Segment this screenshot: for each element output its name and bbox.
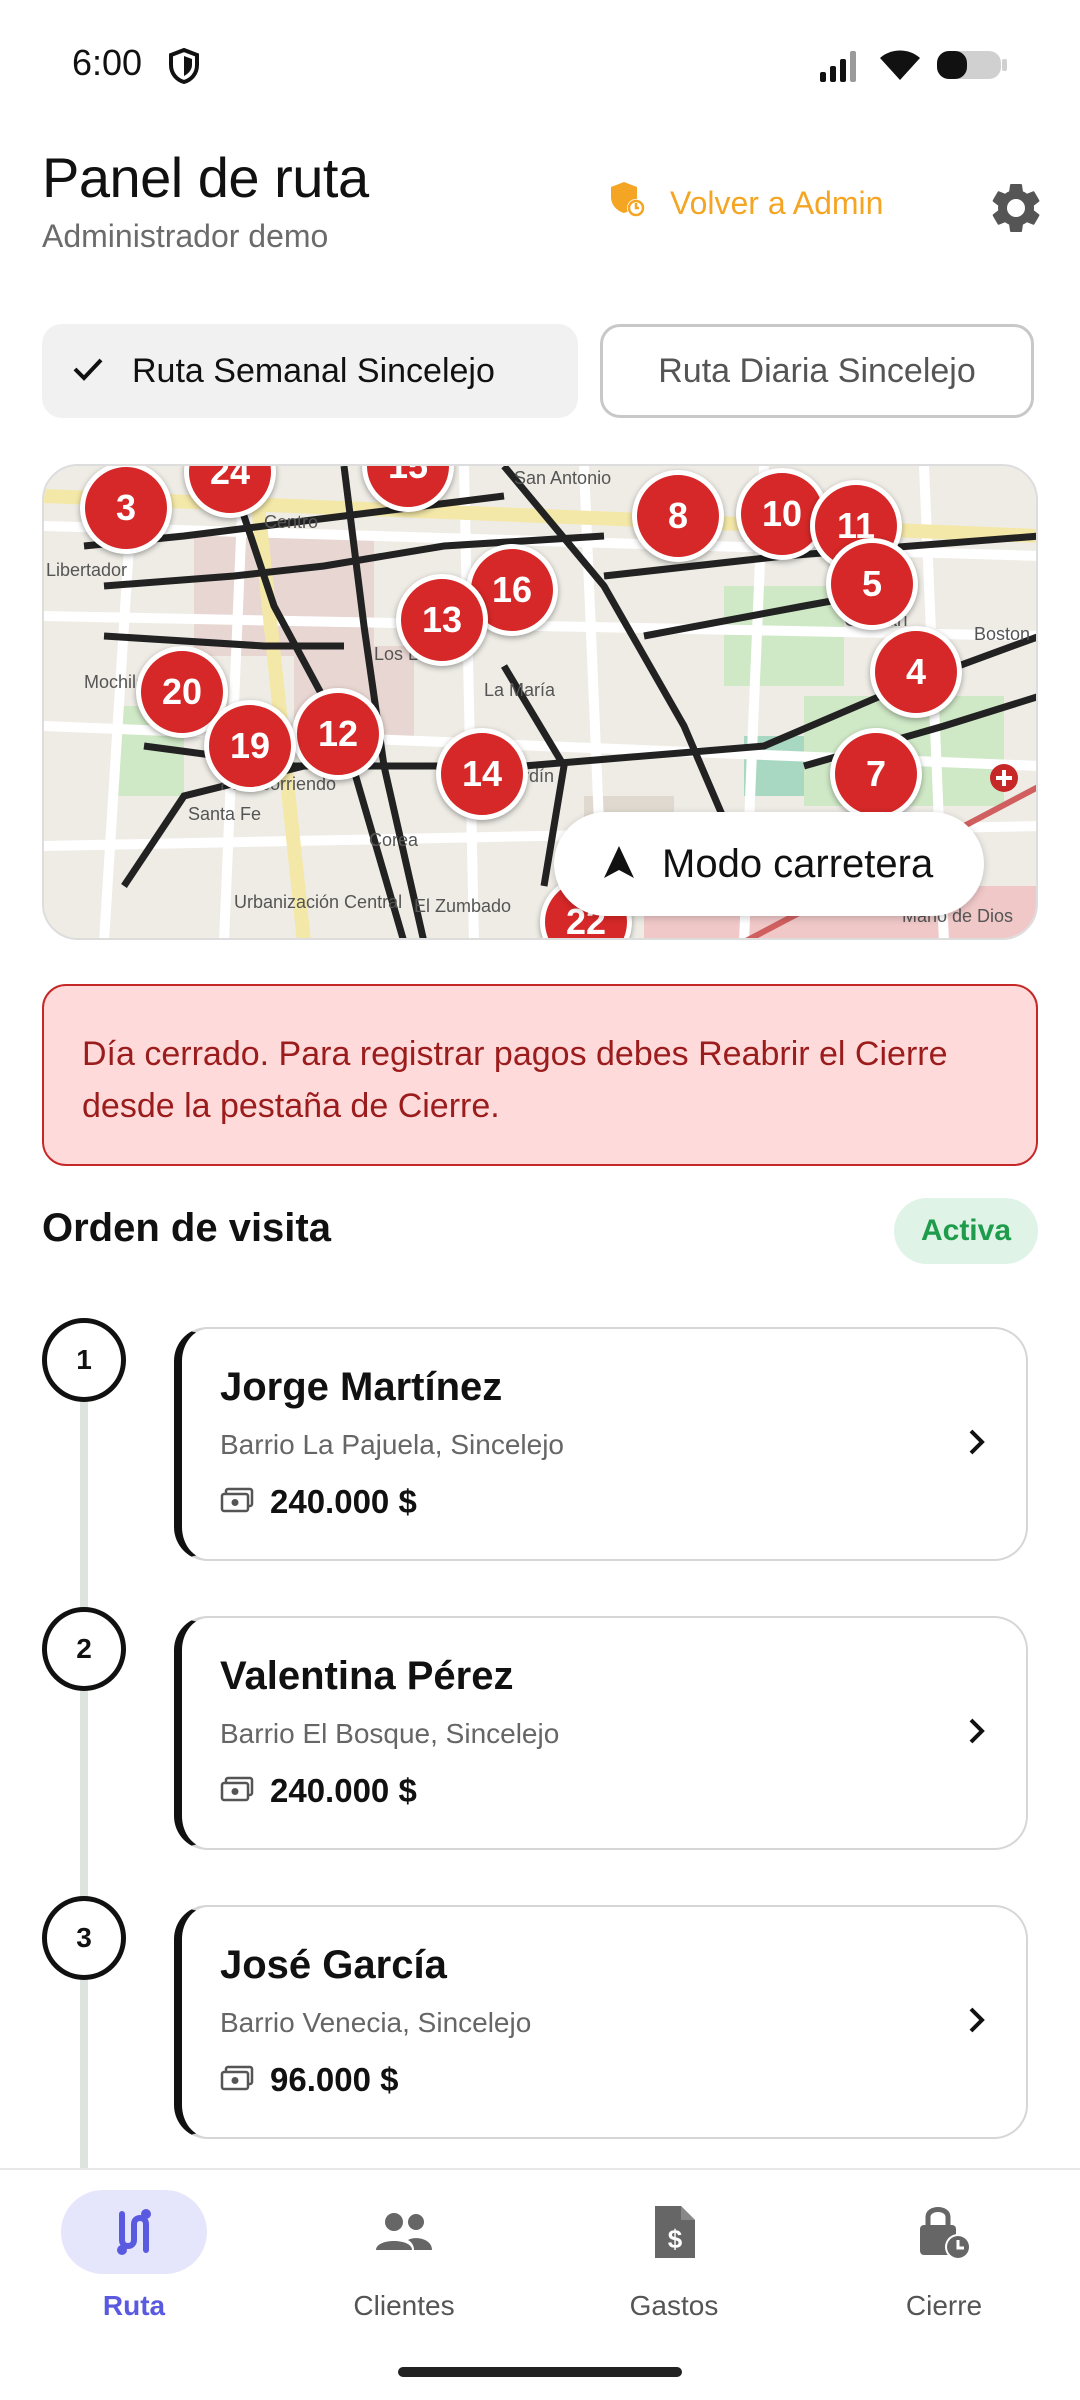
cash-icon xyxy=(220,1487,254,1518)
people-icon xyxy=(376,2213,432,2250)
nav-item-expenses[interactable]: $ Gastos xyxy=(564,2190,784,2322)
client-name: José García xyxy=(220,1943,447,1987)
visit-card[interactable]: José García Barrio Venecia, Sincelejo 96… xyxy=(174,1905,1028,2139)
status-badge: Activa xyxy=(894,1198,1038,1264)
nav-label: Gastos xyxy=(629,2290,719,2321)
amount-value: 240.000 $ xyxy=(270,1483,417,1520)
check-icon xyxy=(72,352,104,391)
map-marker[interactable]: 3 xyxy=(80,466,172,554)
nav-label: Cierre xyxy=(905,2290,983,2321)
svg-text:$: $ xyxy=(668,2224,683,2254)
gesture-bar[interactable] xyxy=(398,2367,682,2377)
route-selector: Ruta Semanal Sincelejo Ruta Diaria Since… xyxy=(42,324,1034,418)
client-name: Valentina Pérez xyxy=(220,1654,514,1698)
chevron-right-icon xyxy=(966,1427,988,1462)
day-closed-alert: Día cerrado. Para registrar pagos debes … xyxy=(42,984,1038,1166)
status-bar: 6:00 xyxy=(0,0,1080,130)
shield-icon xyxy=(168,47,200,89)
status-icons xyxy=(818,48,1008,87)
nav-pill xyxy=(331,2190,477,2274)
cash-icon xyxy=(220,2065,254,2096)
map-label: Libertador xyxy=(46,560,127,580)
nav-label: Clientes xyxy=(353,2290,455,2321)
visit-order-title: Orden de visita xyxy=(42,1206,331,1250)
client-address: Barrio Venecia, Sincelejo xyxy=(220,2007,532,2038)
bottom-navigation: Ruta Clientes $ Gastos Cierre xyxy=(0,2168,1080,2400)
route-map[interactable]: San Antonio Centro Libertador Mochila Lo… xyxy=(42,464,1038,940)
visit-amount: 96.000 $ xyxy=(220,2061,398,2099)
status-time: 6:00 xyxy=(72,42,143,83)
map-marker[interactable]: 7 xyxy=(830,728,922,820)
client-name: Jorge Martínez xyxy=(220,1365,503,1409)
nav-pill xyxy=(871,2190,1017,2274)
map-label: Centro xyxy=(264,512,318,532)
chevron-right-icon xyxy=(966,1716,988,1751)
settings-button[interactable] xyxy=(986,178,1046,238)
route-tab-label: Ruta Semanal Sincelejo xyxy=(132,351,495,390)
nav-pill: $ xyxy=(601,2190,747,2274)
visit-amount: 240.000 $ xyxy=(220,1483,417,1521)
visit-step-number: 2 xyxy=(42,1607,126,1691)
map-label: El Zumbado xyxy=(414,896,511,916)
map-marker[interactable]: 14 xyxy=(436,728,528,820)
map-label: Corea xyxy=(369,830,419,850)
map-marker[interactable]: 4 xyxy=(870,626,962,718)
route-tab-label: Ruta Diaria Sincelejo xyxy=(658,351,976,390)
map-label: San Antonio xyxy=(514,468,611,488)
visit-card[interactable]: Valentina Pérez Barrio El Bosque, Sincel… xyxy=(174,1616,1028,1850)
admin-shield-icon xyxy=(608,180,646,226)
visit-card[interactable]: Jorge Martínez Barrio La Pajuela, Sincel… xyxy=(174,1327,1028,1561)
signal-icon xyxy=(818,48,864,87)
nav-item-route[interactable]: Ruta xyxy=(24,2190,244,2322)
visit-amount: 240.000 $ xyxy=(220,1772,417,1810)
client-address: Barrio La Pajuela, Sincelejo xyxy=(220,1429,564,1460)
map-marker[interactable]: 19 xyxy=(204,700,296,792)
lock-clock-icon xyxy=(920,2207,971,2260)
map-marker[interactable]: 12 xyxy=(292,688,384,780)
map-label: Boston xyxy=(974,624,1030,644)
back-to-admin-button[interactable]: Volver a Admin xyxy=(608,180,883,226)
page-title: Panel de ruta xyxy=(42,146,369,209)
back-to-admin-label: Volver a Admin xyxy=(670,184,884,221)
nav-label: Ruta xyxy=(102,2290,166,2321)
amount-value: 96.000 $ xyxy=(270,2061,399,2098)
client-address: Barrio El Bosque, Sincelejo xyxy=(220,1718,560,1749)
page-subtitle: Administrador demo xyxy=(42,218,329,254)
expense-doc-icon: $ xyxy=(655,2206,695,2258)
nav-item-clients[interactable]: Clientes xyxy=(294,2190,514,2322)
map-marker[interactable]: 8 xyxy=(632,470,724,562)
navigation-arrow-icon xyxy=(602,844,636,885)
road-mode-button[interactable]: Modo carretera xyxy=(554,812,984,916)
battery-icon xyxy=(936,48,1008,87)
wifi-icon xyxy=(878,48,922,87)
chevron-right-icon xyxy=(966,2005,988,2040)
map-label: Santa Fe xyxy=(188,804,261,824)
nav-pill xyxy=(61,2190,207,2274)
route-tab-weekly[interactable]: Ruta Semanal Sincelejo xyxy=(42,324,578,418)
nav-item-closing[interactable]: Cierre xyxy=(834,2190,1054,2322)
map-marker[interactable]: 5 xyxy=(826,538,918,630)
visit-step-number: 1 xyxy=(42,1318,126,1402)
gear-icon xyxy=(992,183,1040,232)
page-header: Panel de ruta Administrador demo xyxy=(42,145,369,255)
timeline-line xyxy=(80,1360,88,2180)
amount-value: 240.000 $ xyxy=(270,1772,417,1809)
map-label: Urbanización Central xyxy=(234,892,402,912)
cash-icon xyxy=(220,1776,254,1807)
visit-step-number: 3 xyxy=(42,1896,126,1980)
route-tab-daily[interactable]: Ruta Diaria Sincelejo xyxy=(600,324,1034,418)
route-icon xyxy=(117,2209,151,2255)
alert-message: Día cerrado. Para registrar pagos debes … xyxy=(82,1035,948,1125)
map-label: La María xyxy=(484,680,556,700)
road-mode-label: Modo carretera xyxy=(662,841,934,886)
map-marker[interactable]: 13 xyxy=(396,574,488,666)
